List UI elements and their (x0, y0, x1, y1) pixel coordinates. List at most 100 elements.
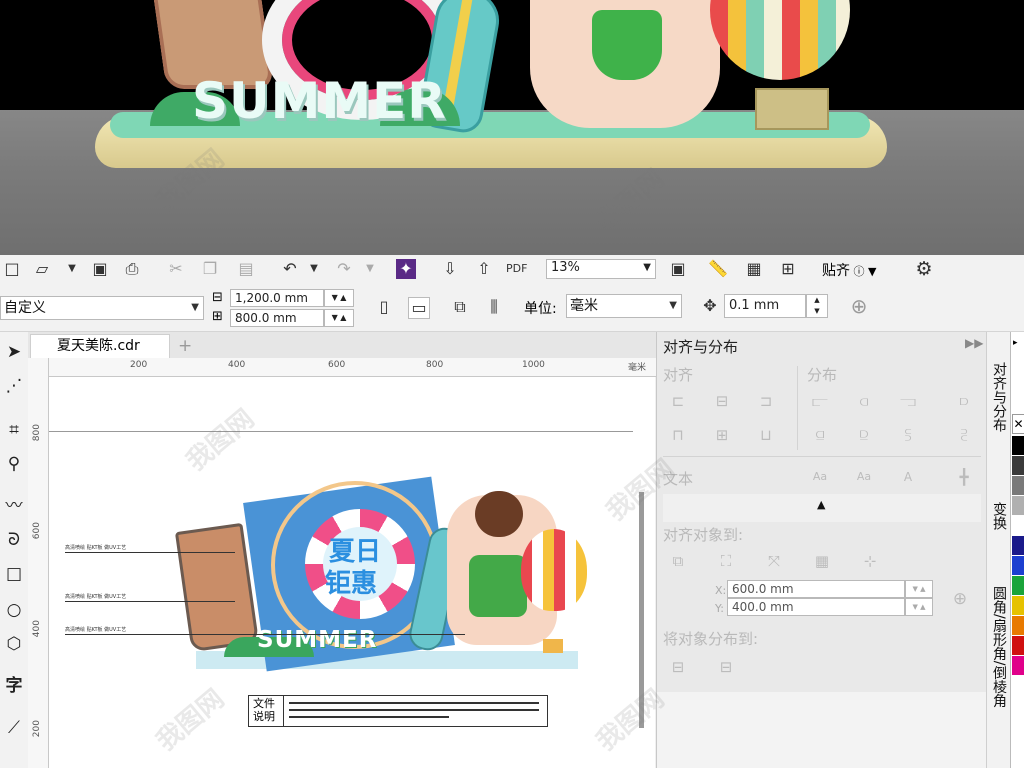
show-grid-icon[interactable]: ▦ (744, 259, 764, 279)
import-icon[interactable]: ⇩ (440, 259, 460, 279)
align-top-icon[interactable]: ⊓ (667, 424, 689, 446)
add-preset-icon[interactable]: ⊕ (849, 296, 869, 316)
color-swatch[interactable] (1012, 496, 1024, 516)
guideline[interactable] (49, 431, 633, 432)
align-bottom-icon[interactable]: ⊔ (755, 424, 777, 446)
show-guidelines-icon[interactable]: ⊞ (778, 259, 798, 279)
distribute-to-selection-icon[interactable]: ⊟ (667, 656, 689, 678)
artistic-media-icon[interactable]: ᘐ (2, 528, 26, 552)
align-to-point-icon[interactable]: ⊹ (859, 550, 881, 572)
distribute-spacing-h-icon[interactable]: ⫐ (953, 390, 975, 412)
show-rulers-icon[interactable]: 📏 (708, 259, 728, 279)
target-point-icon[interactable]: ⊕ (949, 588, 971, 610)
align-to-grid-icon[interactable]: ▦ (811, 550, 833, 572)
align-left-icon[interactable]: ⊏ (667, 390, 689, 412)
distribute-center-v-icon[interactable]: ⫒ (853, 424, 875, 446)
text-last-baseline-icon[interactable]: Aa (853, 466, 875, 488)
distribute-center-h-icon[interactable]: ⫏ (853, 390, 875, 412)
color-swatch[interactable] (1012, 556, 1024, 576)
color-swatch[interactable] (1012, 596, 1024, 616)
no-color-swatch[interactable]: ✕ (1012, 414, 1024, 434)
zoom-tool-icon[interactable]: ⚲ (2, 452, 26, 476)
publish-pdf-icon[interactable]: PDF (506, 259, 527, 279)
open-dropdown-icon[interactable]: ▼ (62, 259, 82, 279)
color-swatch[interactable] (1012, 516, 1024, 536)
snap-to-button[interactable]: 贴齐 ⓘ ▼ (822, 260, 876, 280)
landscape-icon[interactable]: ▭ (408, 297, 430, 319)
shape-tool-icon[interactable]: ⋰ (2, 374, 26, 398)
cut-icon[interactable]: ✂ (166, 259, 186, 279)
open-folder-icon[interactable]: ▱ (32, 259, 52, 279)
nudge-stepper[interactable]: ▲ ▼ (806, 294, 828, 318)
document-tab[interactable]: 夏天美陈.cdr (30, 334, 170, 358)
drawing-canvas[interactable]: 夏日 钜惠 SUMMER 高清喷绘 贴KT板 做UV工艺 高清喷绘 贴KT板 做… (49, 377, 655, 768)
copy-icon[interactable]: ❐ (200, 259, 220, 279)
align-to-selection-icon[interactable]: ⛶ (715, 550, 737, 572)
align-center-h-icon[interactable]: ⊟ (711, 390, 733, 412)
distribute-left-icon[interactable]: ⫍ (809, 390, 831, 412)
align-right-icon[interactable]: ⊐ (755, 390, 777, 412)
color-swatch[interactable] (1012, 436, 1024, 456)
color-swatch[interactable] (1012, 616, 1024, 636)
distribute-to-page-icon[interactable]: ⊟ (715, 656, 737, 678)
vertical-scrollbar[interactable] (639, 492, 644, 728)
vertical-ruler[interactable]: 800 600 400 200 (28, 358, 49, 768)
all-pages-icon[interactable]: ⧉ (450, 297, 470, 317)
text-tool-icon[interactable]: 字 (2, 674, 26, 698)
align-to-page-icon[interactable]: ⤧ (763, 550, 785, 572)
docker-expand-icon[interactable]: ▶▶ (965, 336, 983, 350)
page-height-field[interactable]: 800.0 mm (230, 309, 324, 327)
color-swatch[interactable] (1012, 636, 1024, 656)
side-tab-fillet[interactable]: 圆角/扇形角/倒棱角 (987, 586, 1011, 707)
x-stepper[interactable]: ▼ ▲ (905, 580, 933, 598)
parallel-dimension-icon[interactable]: ⟋ (2, 716, 26, 740)
color-swatch[interactable] (1012, 476, 1024, 496)
palette-scroll-up-icon[interactable]: ▸ (1013, 338, 1018, 348)
current-page-icon[interactable]: ⫼ (484, 297, 504, 317)
new-tab-plus-icon[interactable]: + (178, 336, 192, 356)
redo-icon[interactable]: ↷ (334, 259, 354, 279)
align-to-active-object-icon[interactable]: ⧉ (667, 550, 689, 572)
distribute-spacing-v-icon[interactable]: ⫔ (953, 424, 975, 446)
search-content-icon[interactable]: ✦ (396, 259, 416, 279)
text-first-baseline-icon[interactable]: Aa (809, 466, 831, 488)
settings-gear-icon[interactable]: ⚙ (914, 259, 934, 279)
unit-dropdown[interactable]: 毫米 ▼ (566, 294, 682, 318)
zoom-level-field[interactable]: 13% ▼ (546, 259, 656, 279)
pick-tool-icon[interactable]: ➤ (2, 340, 26, 364)
distribute-bottom-icon[interactable]: ⫓ (897, 424, 919, 446)
save-icon[interactable]: ▣ (90, 259, 110, 279)
page-width-stepper[interactable]: ▼ ▲ (324, 289, 354, 307)
ellipse-tool-icon[interactable]: ○ (2, 598, 26, 622)
page-size-dropdown[interactable]: 自定义 ▼ (0, 296, 204, 320)
distribute-right-icon[interactable]: ⫎ (897, 390, 919, 412)
color-swatch[interactable] (1012, 536, 1024, 556)
collapse-bar[interactable]: ▲ (663, 494, 981, 522)
color-swatch[interactable] (1012, 656, 1024, 676)
y-stepper[interactable]: ▼ ▲ (905, 598, 933, 616)
side-tab-transform[interactable]: 变换 (987, 502, 1011, 530)
redo-dropdown-icon[interactable]: ▼ (360, 259, 380, 279)
export-icon[interactable]: ⇧ (474, 259, 494, 279)
y-position-field[interactable]: 400.0 mm (727, 598, 905, 616)
new-document-icon[interactable]: □ (2, 259, 22, 279)
freehand-tool-icon[interactable]: 〰 (2, 494, 26, 518)
nudge-distance-field[interactable]: 0.1 mm (724, 294, 806, 318)
undo-icon[interactable]: ↶ (280, 259, 300, 279)
zoom-dropdown-icon[interactable]: ▼ (643, 260, 651, 276)
distribute-top-icon[interactable]: ⫑ (809, 424, 831, 446)
color-swatch[interactable] (1012, 456, 1024, 476)
full-screen-icon[interactable]: ▣ (668, 259, 688, 279)
rectangle-tool-icon[interactable]: □ (2, 562, 26, 586)
portrait-icon[interactable]: ▯ (374, 297, 394, 317)
text-outline-icon[interactable]: ╋ (953, 466, 975, 488)
undo-dropdown-icon[interactable]: ▼ (304, 259, 324, 279)
horizontal-ruler[interactable]: 200 400 600 800 1000 毫米 (48, 358, 656, 377)
align-center-v-icon[interactable]: ⊞ (711, 424, 733, 446)
color-swatch[interactable] (1012, 576, 1024, 596)
text-bounding-box-icon[interactable]: A (897, 466, 919, 488)
x-position-field[interactable]: 600.0 mm (727, 580, 905, 598)
side-tab-align[interactable]: 对齐与分布 (987, 362, 1011, 432)
page-height-stepper[interactable]: ▼ ▲ (324, 309, 354, 327)
crop-tool-icon[interactable]: ⌗ (2, 418, 26, 442)
